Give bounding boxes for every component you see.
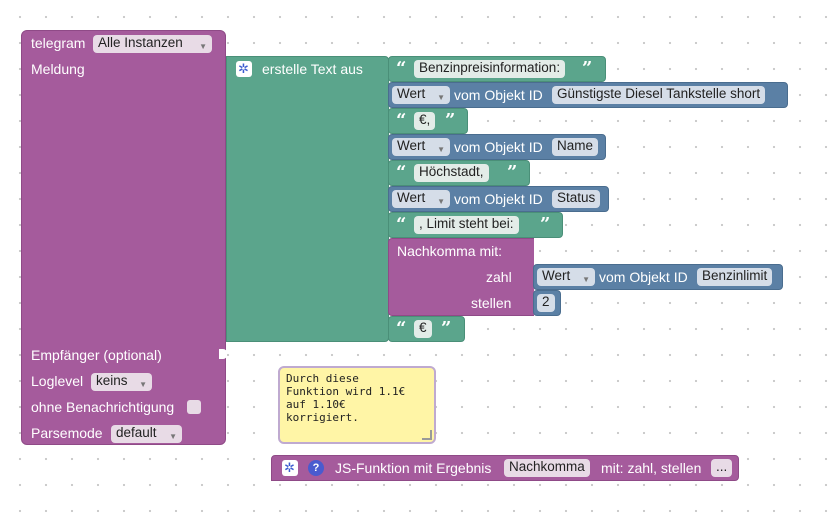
parsemode-label: Parsemode — [31, 425, 103, 441]
chevron-down-icon: ▼ — [139, 380, 147, 389]
function-label: JS-Funktion mit Ergebnis — [335, 460, 492, 476]
object-id-field-2[interactable]: Name — [552, 138, 599, 156]
function-name-field[interactable]: Nachkomma — [504, 459, 590, 477]
state-prop-dropdown[interactable]: Wert ▼ — [392, 138, 450, 156]
close-quote-icon: ” — [441, 318, 452, 339]
state-prop-dropdown[interactable]: Wert ▼ — [392, 190, 450, 208]
resize-handle-icon[interactable] — [422, 430, 432, 440]
instance-dropdown[interactable]: Alle Instanzen ▼ — [93, 35, 212, 53]
from-object-label: vom Objekt ID — [599, 269, 688, 285]
help-icon[interactable]: ? — [308, 460, 324, 476]
open-quote-icon: “ — [396, 318, 407, 339]
close-quote-icon: ” — [582, 58, 593, 79]
loglevel-value: keins — [96, 373, 128, 388]
text-value-3[interactable]: Höchstadt, — [414, 164, 489, 182]
close-quote-icon: ” — [540, 214, 551, 235]
from-object-label: vom Objekt ID — [454, 191, 543, 207]
chevron-down-icon: ▼ — [437, 93, 445, 102]
zahl-label: zahl — [486, 269, 512, 285]
parsemode-dropdown[interactable]: default ▼ — [111, 425, 182, 443]
comment-bubble[interactable]: Durch diese Funktion wird 1.1€ auf 1.10€… — [278, 366, 436, 444]
state-prop-dropdown[interactable]: Wert ▼ — [537, 268, 595, 286]
state-prop-dropdown[interactable]: Wert ▼ — [392, 86, 450, 104]
chevron-down-icon: ▼ — [437, 145, 445, 154]
function-params: mit: zahl, stellen — [601, 460, 702, 476]
recipient-input-socket[interactable] — [219, 349, 227, 359]
text-join-label: erstelle Text aus — [262, 61, 363, 77]
nachkomma-label: Nachkomma mit: — [397, 243, 503, 259]
chevron-down-icon: ▼ — [199, 42, 207, 51]
open-quote-icon: “ — [396, 162, 407, 183]
telegram-title: telegram — [31, 35, 86, 51]
text-value-2[interactable]: €, — [414, 112, 436, 130]
open-quote-icon: “ — [396, 110, 407, 131]
chevron-down-icon: ▼ — [582, 275, 590, 284]
close-quote-icon: ” — [445, 110, 456, 131]
silent-checkbox[interactable] — [187, 400, 201, 414]
loglevel-label: Loglevel — [31, 373, 84, 389]
object-id-field-1[interactable]: Günstigste Diesel Tankstelle short — [552, 86, 766, 104]
state-prop-value: Wert — [397, 138, 426, 153]
message-label: Meldung — [31, 61, 85, 77]
mutator-gear-icon[interactable] — [236, 60, 252, 77]
comment-text[interactable]: Durch diese Funktion wird 1.1€ auf 1.10€… — [286, 372, 434, 424]
from-object-label: vom Objekt ID — [454, 87, 543, 103]
text-join-block[interactable] — [226, 56, 389, 342]
recipient-label: Empfänger (optional) — [31, 347, 162, 363]
chevron-down-icon: ▼ — [437, 197, 445, 206]
from-object-label: vom Objekt ID — [454, 139, 543, 155]
loglevel-dropdown[interactable]: keins ▼ — [91, 373, 152, 391]
object-id-field-4[interactable]: Benzinlimit — [697, 268, 773, 286]
chevron-down-icon: ▼ — [169, 432, 177, 441]
state-prop-value: Wert — [542, 268, 571, 283]
stellen-label: stellen — [471, 295, 512, 311]
function-more-button[interactable]: ... — [711, 459, 733, 477]
close-quote-icon: ” — [507, 162, 518, 183]
instance-value: Alle Instanzen — [98, 35, 183, 50]
text-value-5[interactable]: € — [414, 320, 432, 338]
stellen-value[interactable]: 2 — [537, 294, 555, 312]
state-prop-value: Wert — [397, 86, 426, 101]
open-quote-icon: “ — [396, 214, 407, 235]
text-value-1[interactable]: Benzinpreisinformation: — [414, 60, 566, 78]
open-quote-icon: “ — [396, 58, 407, 79]
silent-label: ohne Benachrichtigung — [31, 399, 175, 415]
mutator-gear-icon[interactable] — [282, 459, 298, 476]
text-value-4[interactable]: , Limit steht bei: — [414, 216, 519, 234]
state-prop-value: Wert — [397, 190, 426, 205]
object-id-field-3[interactable]: Status — [552, 190, 601, 208]
parsemode-value: default — [116, 425, 157, 440]
